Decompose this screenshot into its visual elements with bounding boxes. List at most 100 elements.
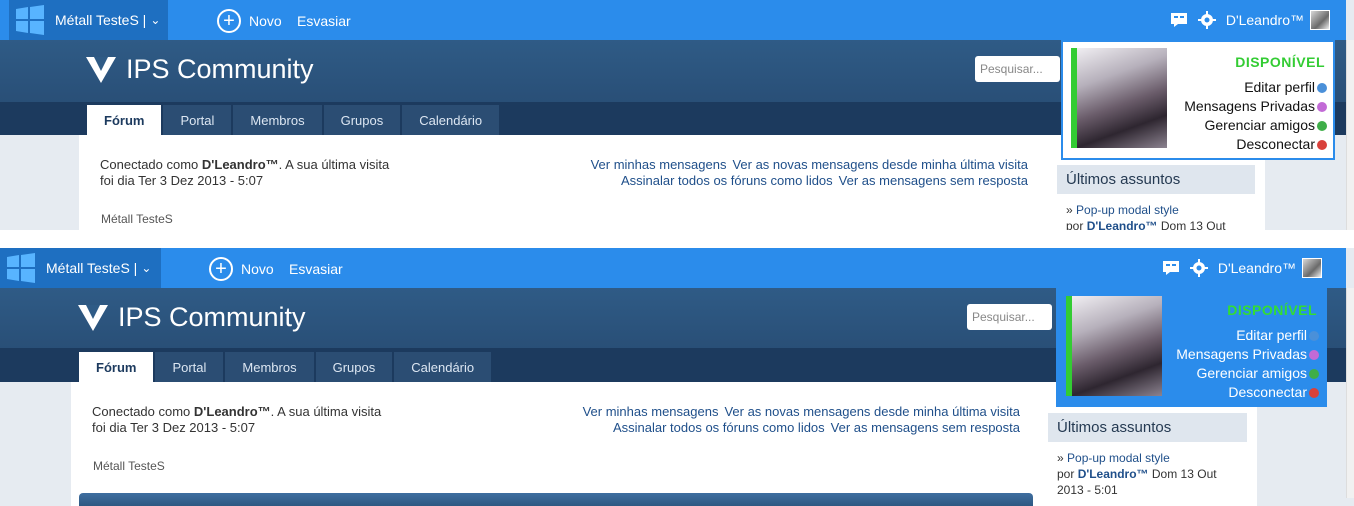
tab-forum[interactable]: Fórum: [79, 352, 154, 382]
friends-icon: [1317, 121, 1327, 131]
topic-author[interactable]: D'Leandro™: [1087, 219, 1158, 230]
link-mark-read[interactable]: Assinalar todos os fóruns como lidos: [621, 173, 833, 188]
menu-edit-profile[interactable]: Editar perfil: [1176, 326, 1319, 345]
breadcrumb[interactable]: Métall TesteS: [101, 212, 173, 226]
quick-links: Ver minhas mensagens Ver as novas mensage…: [585, 157, 1028, 189]
link-mark-read[interactable]: Assinalar todos os fóruns como lidos: [613, 420, 825, 435]
site-switcher[interactable]: Métall TesteS | ⌄: [9, 0, 168, 40]
ips-logo-icon: [86, 56, 116, 83]
menu-private-messages-label: Mensagens Privadas: [1184, 98, 1315, 114]
menu-private-messages[interactable]: Mensagens Privadas: [1176, 345, 1319, 364]
welcome-user[interactable]: D'Leandro™: [194, 404, 271, 419]
windows-logo-icon: [16, 5, 44, 35]
toolbar-username[interactable]: D'Leandro™: [1218, 260, 1296, 276]
mail-user-icon: [1317, 102, 1327, 112]
brand-logo[interactable]: IPS Community: [78, 302, 306, 333]
topic-by: por: [1057, 467, 1078, 481]
toolbar-user-area: D'Leandro™: [1162, 258, 1322, 278]
menu-manage-friends-label: Gerenciar amigos: [1204, 117, 1316, 133]
latest-topics-title: Últimos assuntos: [1057, 165, 1255, 194]
menu-logout-label: Desconectar: [1236, 136, 1315, 152]
tab-members[interactable]: Membros: [225, 352, 314, 382]
scrollbar[interactable]: [1346, 288, 1354, 498]
tab-calendar[interactable]: Calendário: [402, 105, 500, 135]
topic-author[interactable]: D'Leandro™: [1078, 467, 1149, 481]
latest-topics: Últimos assuntos » Pop-up modal style po…: [1057, 165, 1255, 230]
link-my-messages[interactable]: Ver minhas mensagens: [583, 404, 719, 419]
toolbar-user-area: D'Leandro™: [1170, 10, 1330, 30]
gear-icon[interactable]: [1189, 259, 1208, 277]
tab-groups[interactable]: Grupos: [323, 105, 401, 135]
tab-portal[interactable]: Portal: [155, 352, 224, 382]
welcome-user[interactable]: D'Leandro™: [202, 157, 279, 172]
link-new-messages[interactable]: Ver as novas mensagens desde minha últim…: [724, 404, 1020, 419]
tab-portal[interactable]: Portal: [163, 105, 232, 135]
screenshot-bottom: Métall TesteS | ⌄ + Novo Esvasiar D'Lean…: [0, 248, 1354, 506]
user-popup: DISPONÍVEL Editar perfil Mensagens Priva…: [1056, 288, 1327, 407]
menu-logout-label: Desconectar: [1228, 384, 1307, 400]
link-unanswered[interactable]: Ver as mensagens sem resposta: [831, 420, 1020, 435]
logout-user-icon: [1309, 388, 1319, 398]
screenshot-divider: [0, 230, 1354, 248]
top-toolbar: Métall TesteS | ⌄ + Novo Esvasiar D'Lean…: [0, 0, 1346, 40]
site-switcher[interactable]: Métall TesteS | ⌄: [0, 248, 161, 288]
welcome-prefix: Conectado como: [92, 404, 194, 419]
avatar[interactable]: [1302, 258, 1322, 278]
clear-button[interactable]: Esvasiar: [289, 261, 343, 277]
popup-avatar[interactable]: [1066, 296, 1162, 396]
gear-icon[interactable]: [1197, 11, 1216, 29]
site-name: Métall TesteS |: [46, 260, 138, 276]
brand-logo[interactable]: IPS Community: [86, 54, 314, 85]
user-icon: [1309, 331, 1319, 341]
breadcrumb[interactable]: Métall TesteS: [93, 459, 165, 473]
new-button[interactable]: + Novo: [209, 257, 274, 281]
plus-circle-icon: +: [209, 257, 233, 281]
welcome-text: Conectado como D'Leandro™. A sua última …: [92, 404, 382, 436]
menu-logout[interactable]: Desconectar: [1176, 383, 1319, 402]
menu-manage-friends[interactable]: Gerenciar amigos: [1184, 116, 1327, 135]
menu-manage-friends[interactable]: Gerenciar amigos: [1176, 364, 1319, 383]
chevron-down-icon: ⌄: [141, 261, 152, 275]
menu-edit-profile-label: Editar perfil: [1244, 79, 1315, 95]
plus-circle-icon: +: [217, 9, 241, 33]
brand-name: IPS Community: [126, 54, 314, 84]
user-popup: DISPONÍVEL Editar perfil Mensagens Priva…: [1061, 40, 1335, 160]
menu-manage-friends-label: Gerenciar amigos: [1196, 365, 1308, 381]
welcome-text: Conectado como D'Leandro™. A sua última …: [100, 157, 390, 189]
search-input[interactable]: Pesquisar...: [967, 304, 1052, 330]
site-name: Métall TesteS |: [55, 12, 147, 28]
new-label: Novo: [249, 13, 282, 29]
tab-forum[interactable]: Fórum: [87, 105, 162, 135]
topic-link[interactable]: Pop-up modal style: [1076, 203, 1179, 217]
new-label: Novo: [241, 261, 274, 277]
new-button[interactable]: + Novo: [217, 9, 282, 33]
status-badge: DISPONÍVEL: [1235, 54, 1325, 70]
tab-groups[interactable]: Grupos: [315, 352, 393, 382]
popup-avatar[interactable]: [1071, 48, 1167, 148]
link-unanswered[interactable]: Ver as mensagens sem resposta: [839, 173, 1028, 188]
popup-menu: Editar perfil Mensagens Privadas Gerenci…: [1176, 326, 1319, 402]
chat-icon[interactable]: [1170, 12, 1188, 28]
friends-icon: [1309, 369, 1319, 379]
topic-link[interactable]: Pop-up modal style: [1067, 451, 1170, 465]
tab-calendar[interactable]: Calendário: [394, 352, 492, 382]
scrollbar[interactable]: [1346, 40, 1354, 230]
search-input[interactable]: Pesquisar...: [975, 56, 1060, 82]
menu-private-messages-label: Mensagens Privadas: [1176, 346, 1307, 362]
avatar[interactable]: [1310, 10, 1330, 30]
latest-topics-title: Últimos assuntos: [1048, 413, 1247, 442]
clear-button[interactable]: Esvasiar: [297, 13, 351, 29]
chevron-down-icon: ⌄: [150, 13, 161, 27]
chat-icon[interactable]: [1162, 260, 1180, 276]
menu-private-messages[interactable]: Mensagens Privadas: [1184, 97, 1327, 116]
toolbar-username[interactable]: D'Leandro™: [1226, 12, 1304, 28]
link-new-messages[interactable]: Ver as novas mensagens desde minha últim…: [732, 157, 1028, 172]
menu-edit-profile[interactable]: Editar perfil: [1184, 78, 1327, 97]
menu-logout[interactable]: Desconectar: [1184, 135, 1327, 154]
brand-name: IPS Community: [118, 302, 306, 332]
link-my-messages[interactable]: Ver minhas mensagens: [591, 157, 727, 172]
status-badge: DISPONÍVEL: [1227, 302, 1317, 318]
welcome-prefix: Conectado como: [100, 157, 202, 172]
user-icon: [1317, 83, 1327, 93]
tab-members[interactable]: Membros: [233, 105, 322, 135]
